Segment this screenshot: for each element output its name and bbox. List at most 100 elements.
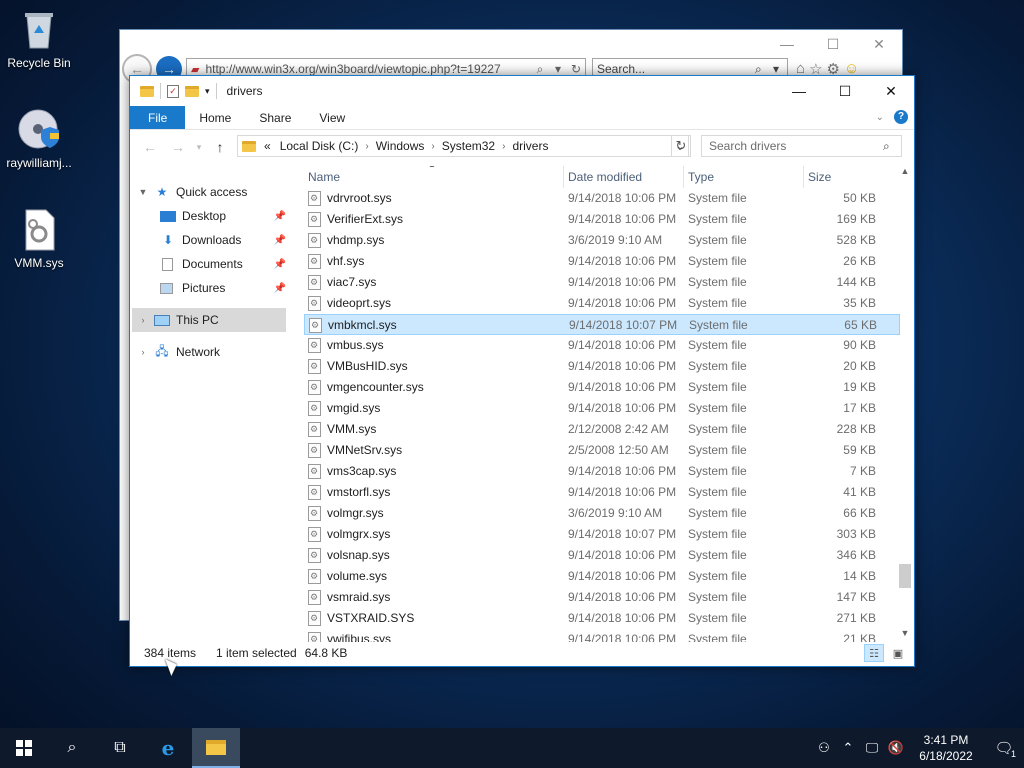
expand-ribbon-icon[interactable]: ⌄ <box>876 112 884 123</box>
file-name-cell[interactable]: VMM.sys <box>304 419 564 440</box>
action-center-button[interactable]: 🗨 1 <box>984 739 1024 759</box>
back-arrow-icon[interactable]: ← <box>136 139 164 155</box>
start-button[interactable] <box>0 728 48 768</box>
large-icons-view-button[interactable]: ▣ <box>888 644 908 662</box>
column-name[interactable]: Name <box>304 166 564 188</box>
nav-pictures[interactable]: Pictures 📌 <box>160 276 286 300</box>
file-name-cell[interactable]: videoprt.sys <box>304 293 564 314</box>
table-row[interactable]: vmbus.sys 9/14/2018 10:06 PM System file 90… <box>304 335 900 356</box>
tab-view[interactable]: View <box>305 106 359 129</box>
refresh-icon[interactable]: ↻ <box>567 62 585 76</box>
maximize-button[interactable]: ☐ <box>822 76 868 106</box>
refresh-button[interactable]: ↻ <box>671 135 691 157</box>
network-status-icon[interactable]: 🖵 <box>860 740 884 756</box>
column-date-modified[interactable]: Date modified <box>564 166 684 188</box>
file-name-cell[interactable]: VMBusHID.sys <box>304 356 564 377</box>
chevron-down-icon[interactable]: ▾ <box>205 86 210 97</box>
close-button[interactable]: ✕ <box>868 76 914 106</box>
minimize-button[interactable]: — <box>776 76 822 106</box>
table-row[interactable]: vmgencounter.sys 9/14/2018 10:06 PM System… <box>304 377 900 398</box>
pin-icon[interactable]: 📌 <box>274 211 286 222</box>
file-name-cell[interactable]: vmgid.sys <box>304 398 564 419</box>
new-folder-icon[interactable] <box>185 85 199 97</box>
file-name-cell[interactable]: vmstorfl.sys <box>304 482 564 503</box>
up-arrow-icon[interactable]: ↑ <box>206 139 234 155</box>
chevron-down-icon[interactable]: ▼ <box>136 187 150 197</box>
file-name-cell[interactable]: volmgr.sys <box>304 503 564 524</box>
file-name-cell[interactable]: vhf.sys <box>304 251 564 272</box>
address-bar[interactable]: « Local Disk (C:) › Windows › System32 ›… <box>237 135 689 157</box>
breadcrumb-local-disk[interactable]: Local Disk (C:) <box>275 139 364 153</box>
desktop-icon-recycle-bin[interactable]: Recycle Bin <box>1 8 77 70</box>
file-name-cell[interactable]: VSTXRAID.SYS <box>304 608 564 629</box>
tab-file[interactable]: File <box>130 106 186 129</box>
table-row[interactable]: vmbkmcl.sys 9/14/2018 10:07 PM System file… <box>304 314 900 335</box>
search-button[interactable]: ⌕ <box>48 728 96 768</box>
internet-explorer-button[interactable]: e <box>144 728 192 768</box>
chevron-right-icon[interactable]: › <box>429 141 436 152</box>
table-row[interactable]: vdrvroot.sys 9/14/2018 10:06 PM System fil… <box>304 188 900 209</box>
table-row[interactable]: vmstorfl.sys 9/14/2018 10:06 PM System fil… <box>304 482 900 503</box>
pin-icon[interactable]: 📌 <box>274 283 286 294</box>
file-name-cell[interactable]: vms3cap.sys <box>304 461 564 482</box>
table-row[interactable]: volsnap.sys 9/14/2018 10:06 PM System file… <box>304 545 900 566</box>
file-name-cell[interactable]: vmbkmcl.sys <box>305 315 565 336</box>
file-explorer-button[interactable] <box>192 728 240 768</box>
chevron-right-icon[interactable]: › <box>500 141 507 152</box>
table-row[interactable]: vmgid.sys 9/14/2018 10:06 PM System file 17… <box>304 398 900 419</box>
chevron-up-icon[interactable]: ⌃ <box>836 740 860 756</box>
chevron-right-icon[interactable]: › <box>136 347 150 357</box>
file-name-cell[interactable]: vsmraid.sys <box>304 587 564 608</box>
nav-network[interactable]: › 🖧 Network <box>132 340 286 364</box>
chevron-right-icon[interactable]: › <box>363 141 370 152</box>
breadcrumb-overflow[interactable]: « <box>262 139 275 153</box>
desktop-icon-disc[interactable]: raywilliamj... <box>1 108 77 170</box>
table-row[interactable]: VerifierExt.sys 9/14/2018 10:06 PM System … <box>304 209 900 230</box>
table-row[interactable]: vms3cap.sys 9/14/2018 10:06 PM System file… <box>304 461 900 482</box>
chevron-down-icon[interactable]: ▾ <box>549 62 567 76</box>
file-name-cell[interactable]: vmbus.sys <box>304 335 564 356</box>
table-row[interactable]: VSTXRAID.SYS 9/14/2018 10:06 PM System fil… <box>304 608 900 629</box>
nav-desktop[interactable]: Desktop 📌 <box>160 204 286 228</box>
nav-downloads[interactable]: ⬇ Downloads 📌 <box>160 228 286 252</box>
file-name-cell[interactable]: volume.sys <box>304 566 564 587</box>
breadcrumb-drivers[interactable]: drivers <box>507 139 553 153</box>
table-row[interactable]: volmgr.sys 3/6/2019 9:10 AM System file 66 … <box>304 503 900 524</box>
file-name-cell[interactable]: viac7.sys <box>304 272 564 293</box>
scroll-up-icon[interactable]: ▲ <box>898 166 912 180</box>
nav-documents[interactable]: Documents 📌 <box>160 252 286 276</box>
tab-share[interactable]: Share <box>245 106 305 129</box>
nav-quick-access[interactable]: ▼ ★ Quick access <box>136 180 286 204</box>
chevron-down-icon[interactable]: ▾ <box>773 62 787 76</box>
file-name-cell[interactable]: VMNetSrv.sys <box>304 440 564 461</box>
table-row[interactable]: vsmraid.sys 9/14/2018 10:06 PM System file… <box>304 587 900 608</box>
nav-this-pc[interactable]: › This PC <box>132 308 286 332</box>
search-input[interactable]: Search drivers ⌕ <box>701 135 902 157</box>
people-icon[interactable]: ⚇ <box>812 740 836 756</box>
recent-locations-icon[interactable]: ▾ <box>192 142 206 153</box>
breadcrumb-windows[interactable]: Windows <box>371 139 430 153</box>
file-name-cell[interactable]: VerifierExt.sys <box>304 209 564 230</box>
volume-muted-icon[interactable]: 🔇 <box>884 740 908 756</box>
properties-icon[interactable]: ✓ <box>167 84 179 98</box>
table-row[interactable]: videoprt.sys 9/14/2018 10:06 PM System fil… <box>304 293 900 314</box>
breadcrumb-system32[interactable]: System32 <box>437 139 500 153</box>
file-name-cell[interactable]: vhdmp.sys <box>304 230 564 251</box>
table-row[interactable]: vhdmp.sys 3/6/2019 9:10 AM System file 528 … <box>304 230 900 251</box>
column-size[interactable]: Size <box>804 166 880 188</box>
table-row[interactable]: VMBusHID.sys 9/14/2018 10:06 PM System fil… <box>304 356 900 377</box>
table-row[interactable]: VMNetSrv.sys 2/5/2008 12:50 AM System file… <box>304 440 900 461</box>
table-row[interactable]: VMM.sys 2/12/2008 2:42 AM System file 228 K… <box>304 419 900 440</box>
pin-icon[interactable]: 📌 <box>274 235 286 246</box>
table-row[interactable]: viac7.sys 9/14/2018 10:06 PM System file 14… <box>304 272 900 293</box>
file-name-cell[interactable]: volmgrx.sys <box>304 524 564 545</box>
file-name-cell[interactable]: vmgencounter.sys <box>304 377 564 398</box>
details-view-button[interactable]: ☷ <box>864 644 884 662</box>
help-icon[interactable]: ? <box>894 110 908 124</box>
chevron-right-icon[interactable]: › <box>136 315 150 325</box>
task-view-button[interactable]: ⧉ <box>96 728 144 768</box>
desktop-icon-vmm-sys[interactable]: VMM.sys <box>1 208 77 270</box>
scrollbar-thumb[interactable] <box>899 564 911 588</box>
table-row[interactable]: vhf.sys 9/14/2018 10:06 PM System file 26 K… <box>304 251 900 272</box>
vertical-scrollbar[interactable]: ▲ ▼ <box>898 166 912 642</box>
